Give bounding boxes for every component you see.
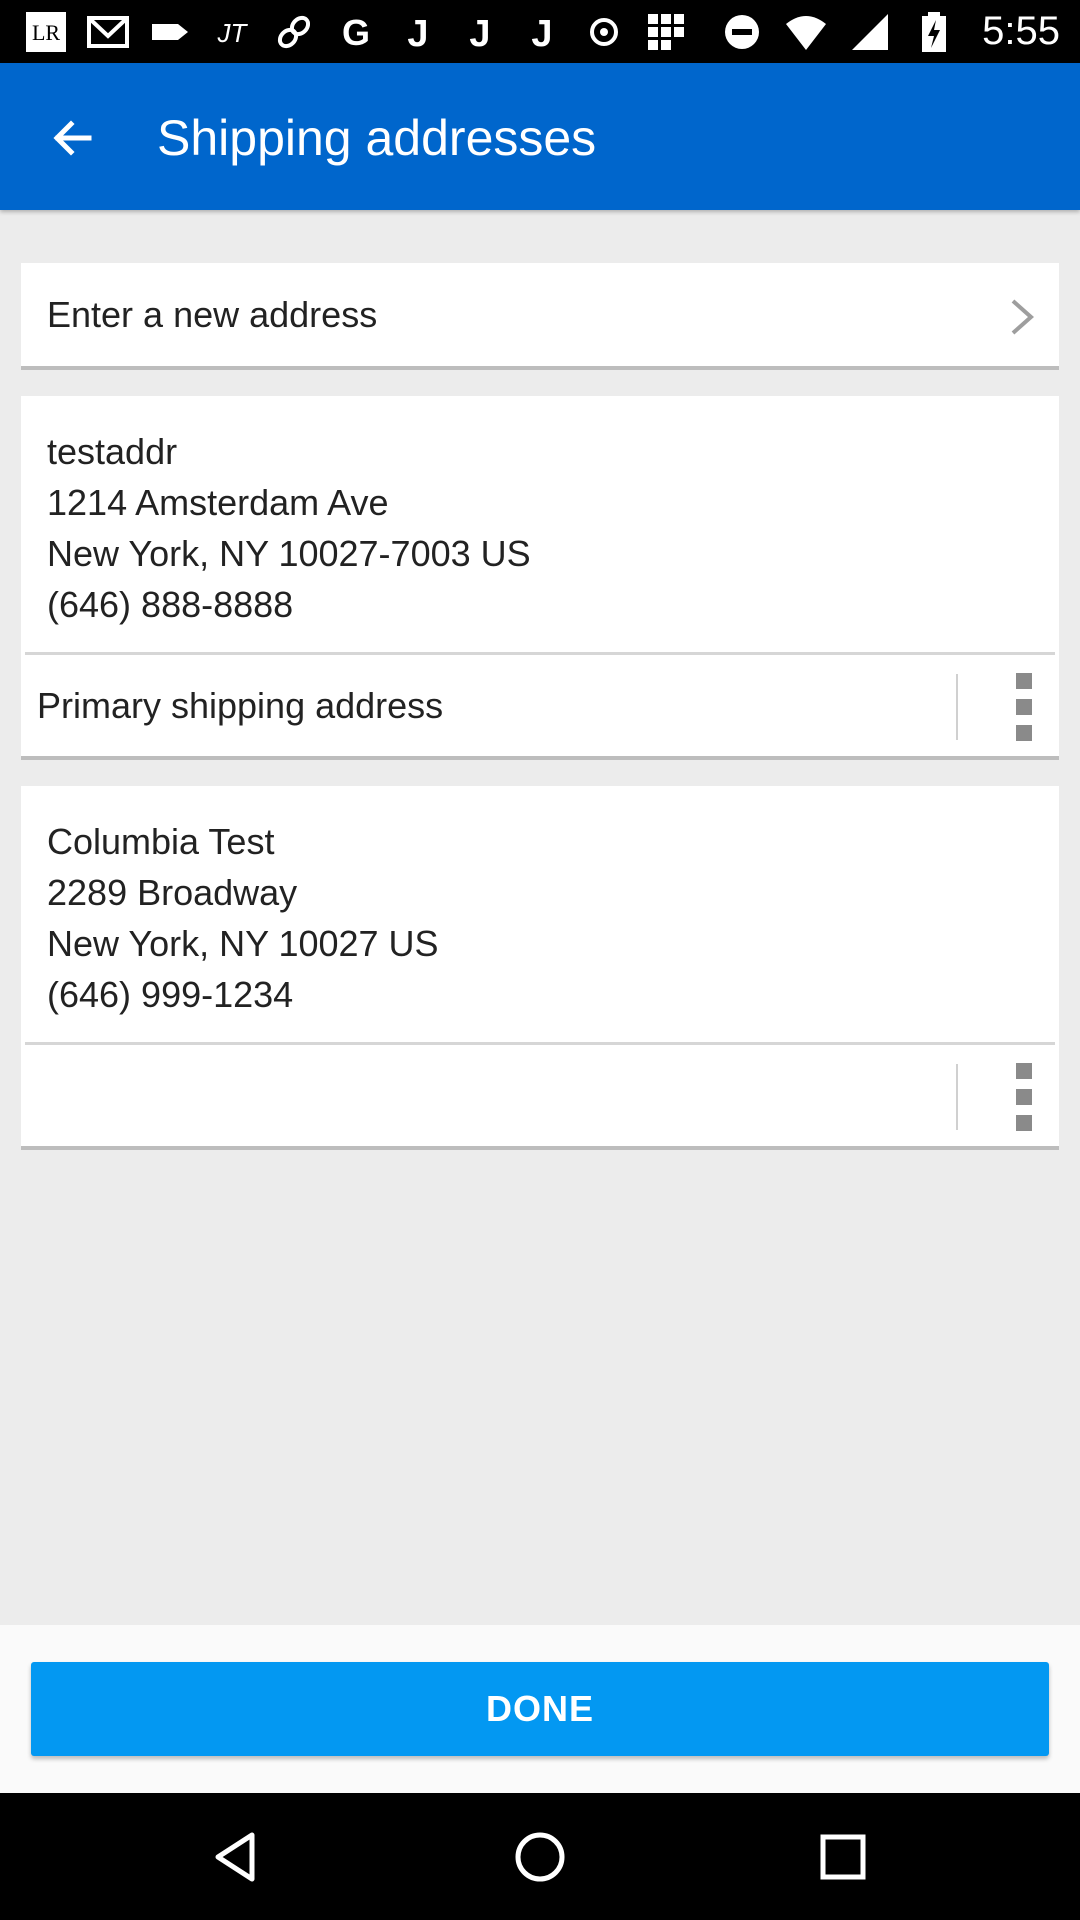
- google-icon: G: [332, 8, 380, 56]
- svg-text:J: J: [407, 13, 428, 54]
- lr-app-icon: LR: [22, 8, 70, 56]
- address-street: 1214 Amsterdam Ave: [47, 482, 389, 523]
- jt-app-icon: JT: [208, 8, 256, 56]
- chevron-right-icon: [1011, 299, 1035, 335]
- j-icon: J: [518, 8, 566, 56]
- svg-text:JT: JT: [217, 18, 249, 48]
- signal-icon: [846, 8, 894, 56]
- do-not-disturb-icon: [718, 8, 766, 56]
- vertical-divider: [956, 1064, 958, 1130]
- svg-text:J: J: [469, 13, 490, 54]
- arrow-back-icon: [53, 120, 92, 156]
- more-vert-icon: [1016, 699, 1032, 715]
- more-vert-icon: [1016, 1115, 1032, 1131]
- address-city-line: New York, NY 10027-7003 US: [47, 533, 531, 574]
- nav-home-icon: [515, 1832, 565, 1882]
- battery-charging-icon: [910, 8, 958, 56]
- target-icon: [580, 8, 628, 56]
- nav-recents-icon: [820, 1834, 866, 1880]
- clock: 5:55: [982, 9, 1060, 53]
- link-icon: [270, 8, 318, 56]
- page-title: Shipping addresses: [157, 110, 597, 166]
- more-vert-icon: [1016, 725, 1032, 741]
- more-vert-icon: [1016, 1063, 1032, 1079]
- j-icon: J: [456, 8, 504, 56]
- enter-new-address-row[interactable]: Enter a new address: [21, 263, 1059, 370]
- address-city-line: New York, NY 10027 US: [47, 923, 439, 964]
- primary-shipping-label: Primary shipping address: [37, 685, 444, 726]
- system-nav-bar: [0, 1793, 1080, 1920]
- more-options-button[interactable]: [989, 1062, 1059, 1132]
- address-street: 2289 Broadway: [47, 872, 298, 913]
- done-button[interactable]: DONE: [31, 1662, 1049, 1756]
- grid-icon: [642, 8, 690, 56]
- nav-recents-button[interactable]: [803, 1817, 883, 1897]
- wifi-icon: [782, 8, 830, 56]
- address-details: testaddr 1214 Amsterdam Ave New York, NY…: [21, 396, 1059, 630]
- vertical-divider: [956, 674, 958, 740]
- address-name: Columbia Test: [47, 821, 275, 862]
- divider: [25, 652, 1055, 655]
- nav-home-button[interactable]: [500, 1817, 580, 1897]
- address-phone: (646) 888-8888: [47, 584, 294, 625]
- address-details: Columbia Test 2289 Broadway New York, NY…: [21, 786, 1059, 1020]
- bottom-action-panel: DONE: [0, 1625, 1080, 1793]
- more-vert-icon: [1016, 1089, 1032, 1105]
- nav-back-icon: [215, 1832, 255, 1882]
- tag-icon: [146, 8, 194, 56]
- svg-text:J: J: [531, 13, 552, 54]
- more-options-button[interactable]: [989, 672, 1059, 742]
- enter-new-address-label: Enter a new address: [47, 294, 378, 335]
- svg-text:G: G: [342, 12, 370, 53]
- divider: [25, 1042, 1055, 1045]
- address-card[interactable]: testaddr 1214 Amsterdam Ave New York, NY…: [21, 396, 1059, 760]
- address-phone: (646) 999-1234: [47, 974, 294, 1015]
- svg-text:LR: LR: [32, 20, 60, 45]
- more-vert-icon: [1016, 673, 1032, 689]
- address-name: testaddr: [47, 431, 178, 472]
- j-icon: J: [394, 8, 442, 56]
- address-card[interactable]: Columbia Test 2289 Broadway New York, NY…: [21, 786, 1059, 1150]
- back-button[interactable]: [38, 103, 108, 173]
- gmail-icon: [84, 8, 132, 56]
- nav-back-button[interactable]: [196, 1817, 276, 1897]
- status-bar: LR JT G J J J 5:55: [0, 0, 1080, 63]
- notification-icons: LR JT G J J J: [22, 6, 690, 57]
- system-icons: 5:55: [718, 0, 1060, 63]
- app-bar: Shipping addresses: [0, 63, 1080, 210]
